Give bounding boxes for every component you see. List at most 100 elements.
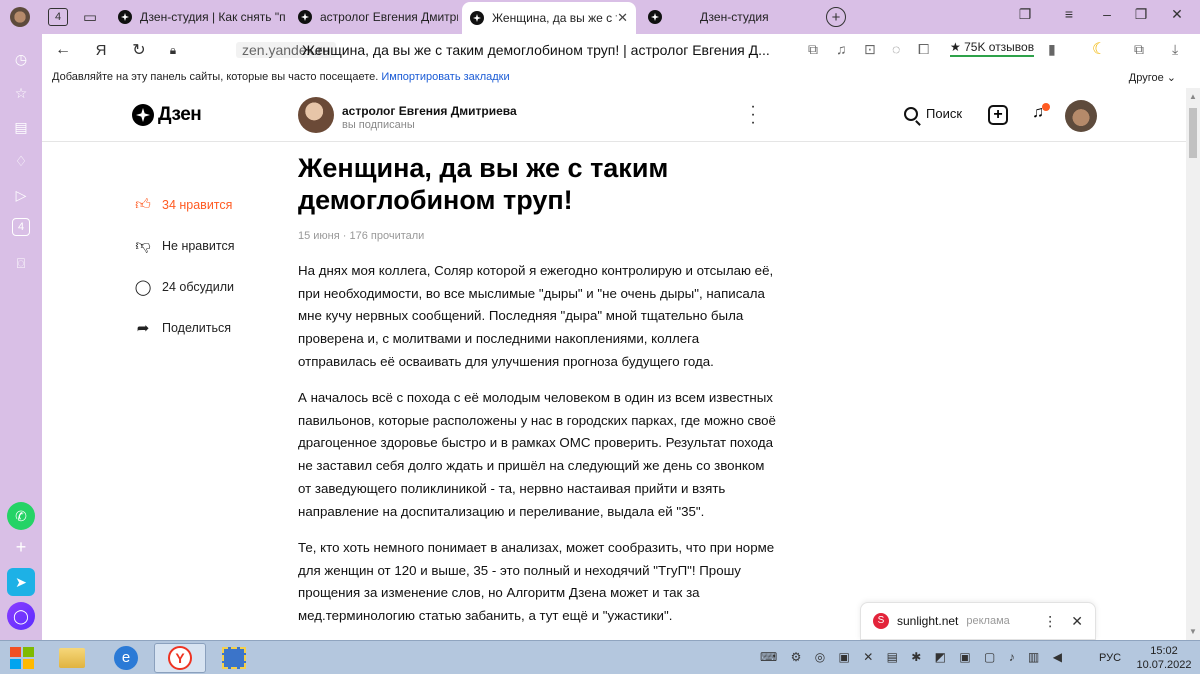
address-bar: ← Я ↻ 🔒︎ zen.yandex.ru Женщина, да вы же… (42, 34, 1200, 66)
reader-icon[interactable]: ⊡ (864, 41, 876, 58)
thumbs-down-icon: 👎︎ (135, 237, 151, 254)
share-button[interactable]: ➦ Поделиться (134, 319, 231, 337)
tab-title: Дзен-студия (700, 10, 769, 24)
close-tab-icon[interactable]: ✕ (617, 10, 628, 26)
dzen-page: Дзен астролог Евгения Дмитриева вы подпи… (42, 88, 1186, 640)
user-avatar[interactable] (1065, 100, 1097, 132)
browser-sidebar: ◷ ☆ ▤ ♢ ▷ 4 ⌼ ✆ + ➤ ◯ (0, 34, 42, 640)
night-mode-moon-icon[interactable]: ☾ (1092, 39, 1106, 59)
search-label: Поиск (926, 106, 963, 121)
headphones-icon[interactable]: ♫ (836, 41, 847, 57)
reload-icon[interactable]: ↻ (128, 39, 150, 61)
other-bookmarks-button[interactable]: Другое ⌄ (1129, 71, 1176, 84)
yandex-home-icon[interactable]: Я (90, 39, 112, 61)
author-avatar[interactable] (298, 97, 334, 133)
article-paragraph: Те, кто хоть немного понимает в анализах… (298, 540, 775, 624)
search-button[interactable]: Поиск (904, 106, 962, 121)
page-title-in-omnibox[interactable]: Женщина, да вы же с таким демоглобином т… (302, 42, 772, 58)
bookmarks-prompt: Добавляйте на эту панель сайты, которые … (52, 71, 379, 83)
comments-button[interactable]: ◯ 24 обсудили (134, 278, 234, 296)
share-label: Поделиться (162, 321, 232, 335)
scroll-down-arrow-icon[interactable]: ▼ (1189, 627, 1197, 636)
browser-tab-strip: 4 ▭ Дзен-студия | Как снять "п астролог … (0, 0, 1200, 34)
collections-icon[interactable]: ❐ (1014, 6, 1036, 23)
system-tray-icons[interactable]: ⌨ ⚙ ◎ ▣ ✕ ▤ ✱ ◩ ▣ ▢ ♪ ▥ ◀ (760, 650, 1067, 664)
like-button[interactable]: 👍︎ 34 нравится (134, 196, 232, 214)
create-post-plus-icon[interactable]: + (988, 105, 1008, 125)
collections-icon[interactable]: ▤ (10, 116, 32, 138)
add-panel-icon[interactable]: + (10, 536, 32, 558)
ad-widget[interactable]: S sunlight.net реклама ⋮ ✕ (860, 602, 1096, 640)
snipping-tool-icon[interactable] (208, 643, 260, 673)
scroll-thumb[interactable] (1189, 108, 1197, 158)
ad-close-icon[interactable]: ✕ (1071, 613, 1083, 630)
tab-title: Женщина, да вы же с та (492, 11, 618, 25)
counter-badge[interactable]: 4 (12, 218, 30, 236)
chat-icon[interactable]: ◌ (892, 41, 900, 57)
whatsapp-icon[interactable]: ✆ (7, 502, 35, 530)
media-play-icon[interactable]: ▷ (10, 184, 32, 206)
alice-assistant-icon[interactable]: ◯ (7, 602, 35, 630)
page-scrollbar[interactable]: ▲ ▼ (1186, 88, 1200, 640)
tab-article-active[interactable]: Женщина, да вы же с та ✕ (462, 2, 636, 34)
notifications-bell-icon[interactable]: ♢ (10, 150, 32, 172)
tab-dzen-studio-1[interactable]: Дзен-студия | Как снять "п (110, 3, 286, 31)
tab-count-label: 4 (54, 11, 62, 23)
windows-taskbar: e Y ⌨ ⚙ ◎ ▣ ✕ ▤ ✱ ◩ ▣ ▢ ♪ ▥ ◀ РУС 15:02 … (0, 640, 1200, 674)
messenger-icon[interactable]: ➤ (7, 568, 35, 596)
ad-more-icon[interactable]: ⋮ (1043, 613, 1057, 630)
header-divider (42, 141, 1186, 142)
dzen-star-icon (132, 104, 154, 126)
bookmark-icon[interactable]: ▮ (1048, 41, 1056, 58)
profile-avatar-icon[interactable] (8, 5, 32, 29)
yandex-browser-taskbar-icon[interactable]: Y (154, 643, 206, 673)
windows-start-icon[interactable] (10, 647, 34, 669)
article-paragraph: На днях моя коллега, Соляр которой я еже… (298, 263, 774, 369)
author-name[interactable]: астролог Евгения Дмитриева (342, 104, 517, 118)
article-paragraph: А началось всё с похода с её молодым чел… (298, 390, 776, 519)
menu-icon[interactable]: ≡ (1058, 6, 1080, 22)
back-arrow-icon[interactable]: ← (52, 39, 74, 61)
dzen-logo[interactable]: Дзен (132, 104, 202, 126)
tab-astrologer[interactable]: астролог Евгения Дмитри (290, 3, 458, 31)
search-icon (904, 106, 918, 121)
new-tab-plus-icon[interactable]: + (826, 7, 846, 27)
window-close-icon[interactable]: ✕ (1166, 6, 1188, 23)
ad-label: реклама (966, 615, 1010, 627)
likes-count: 34 нравится (162, 198, 233, 212)
counter-label: 4 (17, 221, 25, 233)
history-icon[interactable]: ◷ (10, 48, 32, 70)
ie-browser-icon[interactable]: e (100, 643, 152, 673)
lock-icon[interactable]: 🔒︎ (162, 39, 184, 61)
restore-icon[interactable]: ❐ (1130, 6, 1152, 23)
screenshot-camera-icon[interactable]: ⌼ (10, 252, 32, 274)
notifications-bell-icon[interactable]: ♫ (1028, 103, 1050, 126)
language-indicator[interactable]: РУС (1099, 652, 1121, 664)
tab-dzen-studio-2[interactable]: Дзен-студия (640, 3, 816, 31)
new-folder-icon[interactable]: ▭ (78, 5, 102, 29)
subscription-status: вы подписаны (342, 119, 415, 131)
extensions-icon[interactable]: ⧠ (918, 41, 929, 58)
ad-domain: sunlight.net (897, 614, 959, 628)
bookmarks-prompt-wrap: Добавляйте на эту панель сайты, которые … (52, 71, 510, 83)
translate-icon[interactable]: ⧉ (808, 41, 818, 58)
clock-date: 10.07.2022 (1136, 659, 1192, 671)
minimize-icon[interactable]: – (1096, 6, 1118, 22)
favorites-star-icon[interactable]: ☆ (10, 82, 32, 104)
notification-dot (1042, 103, 1050, 111)
import-bookmarks-link[interactable]: Импортировать закладки (381, 71, 509, 83)
comments-count: 24 обсудили (162, 280, 234, 294)
tab-count-badge[interactable]: 4 (48, 8, 68, 26)
reviews-badge[interactable]: ★ 75K отзывов (950, 40, 1035, 57)
share-arrow-icon: ➦ (136, 320, 150, 337)
scroll-up-arrow-icon[interactable]: ▲ (1189, 92, 1197, 101)
author-more-icon[interactable]: · · · (746, 99, 760, 131)
tab-title: астролог Евгения Дмитри (320, 10, 458, 24)
system-clock[interactable]: 15:02 10.07.2022 (1136, 644, 1192, 672)
downloads-icon[interactable]: ⤓ (1172, 41, 1178, 58)
dzen-favicon-icon (648, 10, 662, 24)
dislike-button[interactable]: 👎︎ Не нравится (134, 237, 234, 255)
file-explorer-icon[interactable] (46, 643, 98, 673)
collections-add-icon[interactable]: ⧉ (1134, 41, 1144, 58)
article-title: Женщина, да вы же с таким демоглобином т… (298, 153, 669, 215)
